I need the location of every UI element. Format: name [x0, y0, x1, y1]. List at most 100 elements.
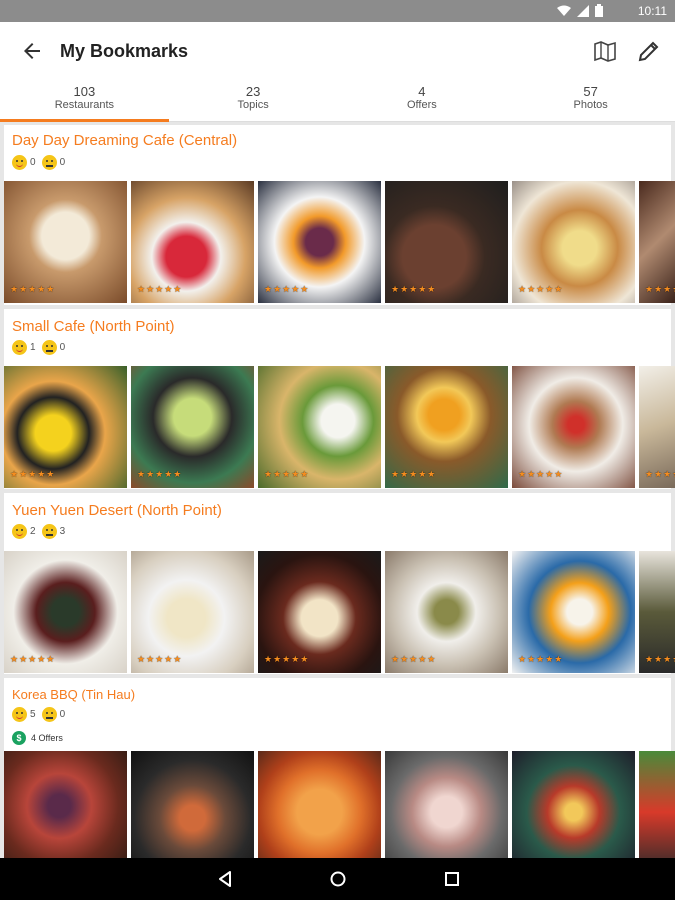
tab-label: Topics	[237, 99, 269, 111]
photo-stars: ★★★★★	[137, 284, 183, 294]
photo-stars: ★★★★★	[645, 654, 675, 664]
rating-summary: 5 0	[12, 707, 71, 722]
rating-summary: 1 0	[12, 340, 71, 355]
smile-face-icon	[12, 707, 27, 722]
rating-summary: 2 3	[12, 524, 71, 539]
photo-stars: ★★★★★	[645, 284, 675, 294]
recent-apps-square-icon[interactable]	[442, 869, 462, 889]
tab-count: 103	[73, 84, 96, 99]
smile-count: 1	[30, 342, 36, 353]
offers-badge[interactable]: $ 4 Offers	[12, 731, 63, 745]
cry-count: 0	[59, 709, 66, 720]
tab-topics[interactable]: 23 Topics	[169, 80, 338, 121]
cry-face-icon	[41, 707, 57, 722]
smile-face-icon	[12, 340, 27, 355]
photo-stars: ★★★★★	[264, 284, 310, 294]
restaurant-card[interactable]: Day Day Dreaming Cafe (Central) 0 0 ★★★★…	[4, 125, 675, 305]
photo-stars: ★★★★★	[264, 469, 310, 479]
restaurant-card[interactable]: Yuen Yuen Desert (North Point) 2 3 ★★★★★…	[4, 493, 675, 674]
cry-face-icon	[41, 155, 57, 170]
photo-stars: ★★★★★	[137, 654, 183, 664]
food-photo[interactable]: ★★★★★	[131, 181, 254, 303]
photo-stars: ★★★★★	[518, 284, 564, 294]
food-photo[interactable]: ★★★★★	[639, 181, 675, 303]
photo-stars: ★★★★★	[518, 469, 564, 479]
cry-count: 0	[59, 157, 66, 168]
photo-stars: ★★★★★	[391, 469, 437, 479]
food-photo[interactable]: ★★★★★	[131, 551, 254, 673]
food-photo[interactable]: ★★★★★	[258, 366, 381, 488]
smile-count: 2	[30, 526, 36, 537]
photo-strip: ★★★★★ ★★★★★ ★★★★★ ★★★★★ ★★★★★ ★★★★★	[4, 181, 675, 303]
cry-face-icon	[41, 524, 57, 539]
app-bar: My Bookmarks	[0, 22, 675, 80]
restaurant-name[interactable]: Day Day Dreaming Cafe (Central)	[12, 132, 237, 149]
photo-strip: ★★★★★ ★★★★★ ★★★★★ ★★★★★ ★★★★★ ★★★★★	[4, 551, 675, 673]
tab-count: 23	[245, 84, 261, 99]
photo-stars: ★★★★★	[10, 284, 56, 294]
home-circle-icon[interactable]	[328, 869, 348, 889]
status-time: 10:11	[637, 4, 667, 18]
food-photo[interactable]	[4, 751, 127, 858]
photo-stars: ★★★★★	[10, 654, 56, 664]
restaurant-list: Day Day Dreaming Cafe (Central) 0 0 ★★★★…	[0, 122, 675, 858]
back-arrow-icon[interactable]	[20, 39, 44, 63]
food-photo[interactable]: ★★★★★	[639, 551, 675, 673]
photo-stars: ★★★★★	[518, 654, 564, 664]
food-photo[interactable]: ★★★★★	[385, 551, 508, 673]
food-photo[interactable]	[258, 751, 381, 858]
restaurant-card[interactable]: Korea BBQ (Tin Hau) 5 0 $ 4 Offers	[4, 678, 675, 858]
food-photo[interactable]: ★★★★★	[131, 366, 254, 488]
tab-photos[interactable]: 57 Photos	[506, 80, 675, 121]
system-nav-bar	[0, 858, 675, 900]
back-triangle-icon[interactable]	[215, 869, 235, 889]
food-photo[interactable]: ★★★★★	[258, 551, 381, 673]
photo-stars: ★★★★★	[264, 654, 310, 664]
food-photo[interactable]: ★★★★★	[512, 366, 635, 488]
smile-count: 0	[30, 157, 36, 168]
food-photo[interactable]	[385, 751, 508, 858]
food-photo[interactable]: ★★★★★	[4, 366, 127, 488]
tab-count: 4	[418, 84, 426, 99]
food-photo[interactable]: ★★★★★	[4, 181, 127, 303]
photo-stars: ★★★★★	[391, 654, 437, 664]
edit-pencil-icon[interactable]	[636, 38, 662, 64]
signal-icon	[577, 4, 589, 17]
cry-face-icon	[41, 340, 57, 355]
food-photo[interactable]	[639, 751, 675, 858]
photo-strip	[4, 751, 675, 858]
map-icon[interactable]	[592, 38, 618, 64]
tab-offers[interactable]: 4 Offers	[338, 80, 507, 121]
food-photo[interactable]: ★★★★★	[639, 366, 675, 488]
offers-label: 4 Offers	[31, 733, 63, 743]
food-photo[interactable]	[131, 751, 254, 858]
photo-stars: ★★★★★	[10, 469, 56, 479]
photo-stars: ★★★★★	[391, 284, 437, 294]
page-title: My Bookmarks	[60, 41, 189, 61]
food-photo[interactable]: ★★★★★	[385, 366, 508, 488]
food-photo[interactable]: ★★★★★	[512, 551, 635, 673]
photo-stars: ★★★★★	[645, 469, 675, 479]
food-photo[interactable]: ★★★★★	[258, 181, 381, 303]
wifi-icon	[557, 5, 571, 16]
bookmark-tabs: 103 Restaurants 23 Topics 4 Offers 57 Ph…	[0, 80, 675, 122]
tab-restaurants[interactable]: 103 Restaurants	[0, 80, 169, 122]
photo-stars: ★★★★★	[137, 469, 183, 479]
restaurant-name[interactable]: Small Cafe (North Point)	[12, 318, 175, 335]
cry-count: 3	[59, 526, 66, 537]
rating-summary: 0 0	[12, 155, 71, 170]
smile-face-icon	[12, 524, 27, 539]
food-photo[interactable]: ★★★★★	[4, 551, 127, 673]
food-photo[interactable]	[512, 751, 635, 858]
restaurant-card[interactable]: Small Cafe (North Point) 1 0 ★★★★★ ★★★★★…	[4, 309, 675, 489]
tab-label: Restaurants	[54, 99, 115, 111]
restaurant-name[interactable]: Yuen Yuen Desert (North Point)	[12, 502, 222, 519]
status-bar: 10:11	[0, 0, 675, 22]
smile-face-icon	[12, 155, 27, 170]
food-photo[interactable]: ★★★★★	[512, 181, 635, 303]
cry-count: 0	[59, 342, 66, 353]
tab-label: Photos	[573, 99, 608, 111]
tab-label: Offers	[406, 99, 437, 111]
restaurant-name[interactable]: Korea BBQ (Tin Hau)	[12, 687, 135, 702]
food-photo[interactable]: ★★★★★	[385, 181, 508, 303]
